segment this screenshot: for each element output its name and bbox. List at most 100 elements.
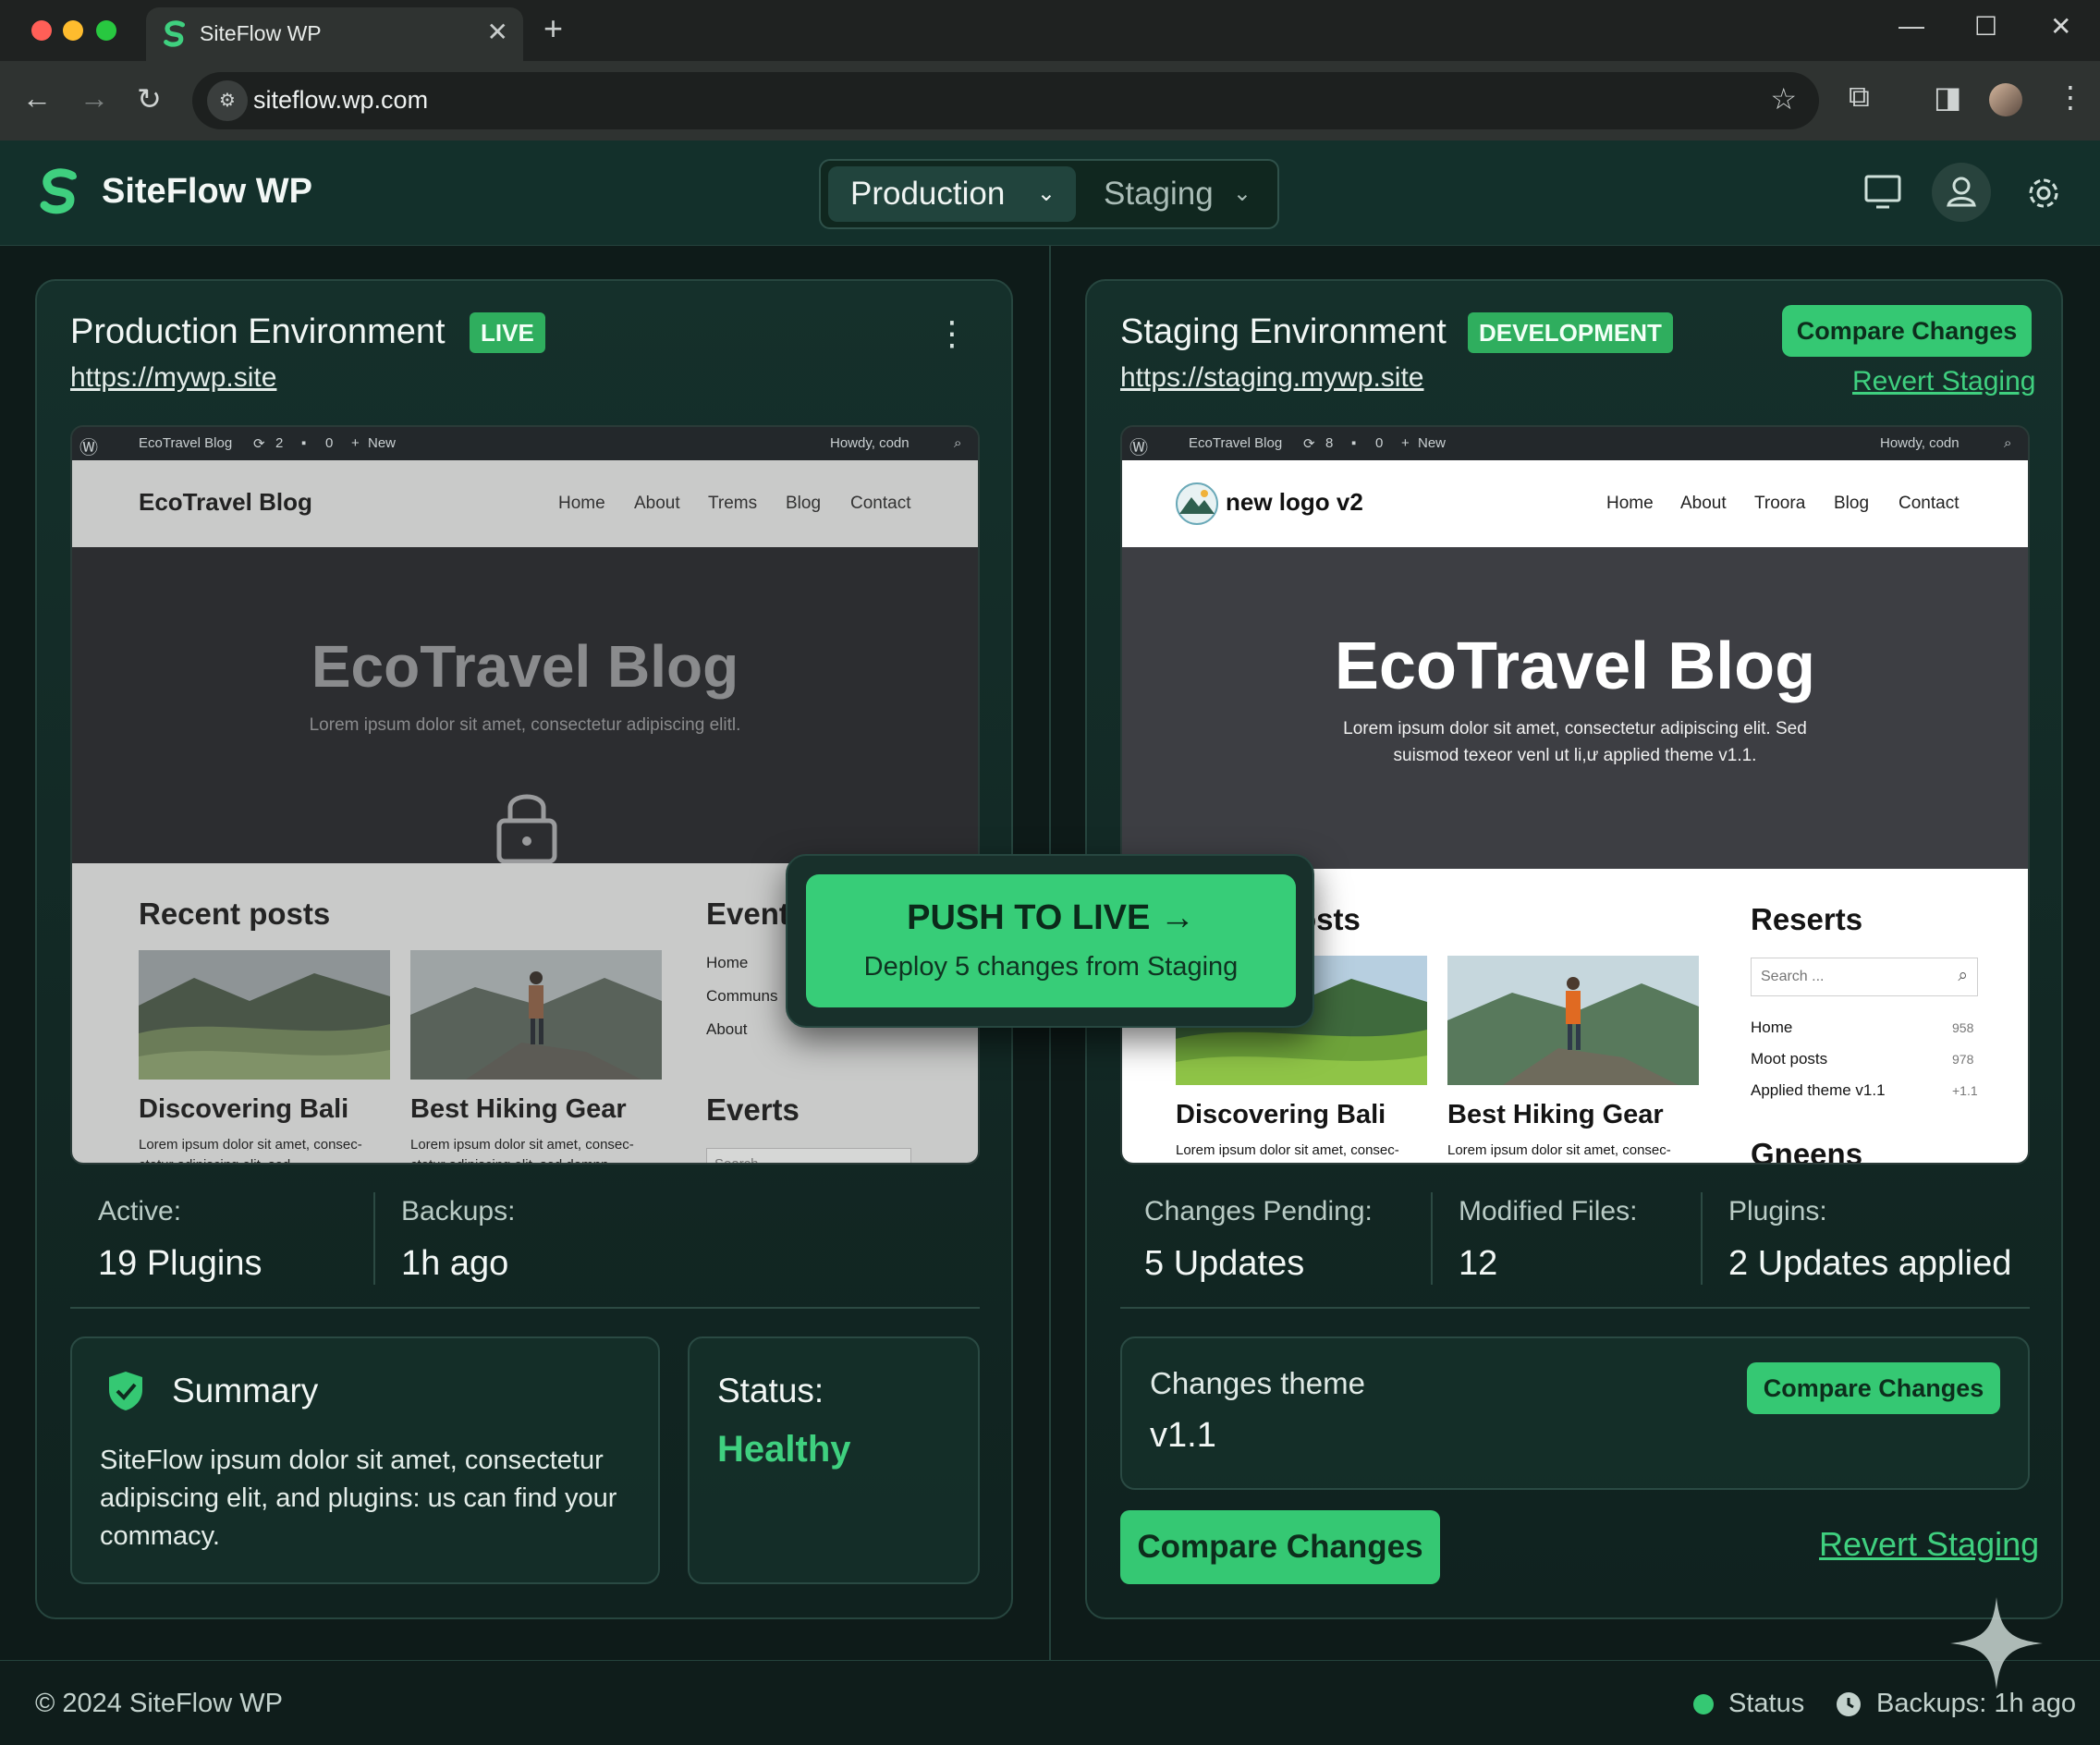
sidebar-link-communs[interactable]: Communs: [706, 987, 777, 1006]
side-panel-icon[interactable]: ◨: [1934, 79, 1961, 115]
wpbar-howdy[interactable]: Howdy, codn: [1880, 435, 1960, 451]
sidebar-search-input[interactable]: [1752, 958, 1936, 995]
sidebar-item-home[interactable]: Home: [1751, 1019, 1792, 1037]
address-bar[interactable]: ⚙ siteflow.wp.com ☆: [192, 72, 1819, 129]
window-minimize-dot[interactable]: [63, 20, 83, 41]
extensions-icon[interactable]: ⧉: [1849, 79, 1870, 115]
wpbar-new[interactable]: New: [1418, 435, 1446, 451]
compare-changes-button-card[interactable]: Compare Changes: [1747, 1362, 2000, 1414]
menu-home[interactable]: Home: [558, 494, 605, 514]
tab-close-icon[interactable]: ✕: [487, 17, 508, 47]
wpbar-howdy[interactable]: Howdy, codn: [830, 435, 910, 451]
reload-icon[interactable]: ↻: [137, 81, 162, 116]
wpbar-site[interactable]: EcoTravel Blog: [139, 435, 232, 451]
menu-blog[interactable]: Blog: [786, 494, 821, 514]
hero-title: EcoTravel Blog: [1334, 629, 1816, 703]
stat-separator: [373, 1192, 375, 1285]
tab-production-label: Production: [850, 176, 1006, 212]
site-navbar: new logo v2 Home About Troora Blog Conta…: [1122, 460, 2028, 547]
menu-contact[interactable]: Contact: [1899, 494, 1959, 514]
user-account-button[interactable]: [1932, 163, 1991, 222]
compare-changes-button-bottom[interactable]: Compare Changes: [1120, 1510, 1440, 1584]
sidebar-count-moot-posts: 978: [1952, 1052, 1974, 1067]
close-window-icon[interactable]: ✕: [2050, 11, 2071, 42]
compare-changes-button-top[interactable]: Compare Changes: [1782, 305, 2032, 357]
footer-backups[interactable]: Backups: 1h ago: [1876, 1689, 2076, 1719]
window-zoom-dot[interactable]: [96, 20, 116, 41]
wpbar-comments[interactable]: 0: [325, 435, 333, 451]
sidebar-item-applied-theme[interactable]: Applied theme v1.1: [1751, 1081, 1886, 1100]
sidebar-link-about[interactable]: About: [706, 1020, 747, 1039]
hiker-image: [410, 950, 662, 1080]
production-url-link[interactable]: https://mywp.site: [70, 362, 276, 394]
forward-icon[interactable]: →: [79, 81, 109, 116]
monitor-icon[interactable]: [1863, 174, 1902, 211]
app-footer: © 2024 SiteFlow WP Status Backups: 1h ag…: [0, 1660, 2100, 1745]
wpbar-comments[interactable]: 0: [1375, 435, 1383, 451]
wpbar-search-icon[interactable]: ⌕: [2004, 435, 2011, 451]
profile-avatar[interactable]: [1989, 83, 2022, 116]
minimize-icon[interactable]: —: [1899, 11, 1924, 41]
wpbar-new[interactable]: New: [368, 435, 396, 451]
kebab-menu-icon[interactable]: ⋮: [935, 314, 969, 353]
maximize-icon[interactable]: ☐: [1974, 11, 1997, 42]
browser-toolbar: ← → ↻ ⚙ siteflow.wp.com ☆ ⧉ ◨ ⋮: [0, 61, 2100, 140]
wp-admin-bar: Ⓦ EcoTravel Blog ⟳ 2 ▪ 0 + New Howdy, co…: [72, 427, 978, 460]
stat-plugins-value: 2 Updates applied: [1728, 1244, 2012, 1283]
summary-card: Summary SiteFlow ipsum dolor sit amet, c…: [70, 1336, 660, 1584]
post-thumb-hiking[interactable]: [1447, 956, 1699, 1085]
site-info-icon[interactable]: ⚙: [207, 80, 248, 121]
post-title-hiking[interactable]: Best Hiking Gear: [410, 1094, 627, 1125]
search-icon[interactable]: ⌕: [1958, 966, 1968, 986]
push-to-live-button[interactable]: PUSH TO LIVE → Deploy 5 changes from Sta…: [806, 874, 1296, 1007]
tab-production[interactable]: Production ⌄: [828, 166, 1076, 222]
post-title-bali[interactable]: Discovering Bali: [139, 1094, 348, 1125]
back-icon[interactable]: ←: [22, 81, 52, 116]
stats-divider: [1120, 1307, 2030, 1309]
revert-staging-link-bottom[interactable]: Revert Staging: [1819, 1525, 2039, 1564]
browser-tab[interactable]: SiteFlow WP ✕: [146, 7, 523, 61]
post-thumb-hiking[interactable]: [410, 950, 662, 1080]
new-tab-icon[interactable]: +: [543, 9, 563, 48]
gear-icon[interactable]: [2024, 174, 2063, 213]
sidebar-item-moot-posts[interactable]: Moot posts: [1751, 1050, 1827, 1068]
wpbar-search-icon[interactable]: ⌕: [954, 435, 961, 451]
hero-title: EcoTravel Blog: [311, 633, 739, 700]
address-url[interactable]: siteflow.wp.com: [253, 86, 428, 115]
summary-text: SiteFlow ipsum dolor sit amet, consectet…: [100, 1446, 617, 1551]
menu-home[interactable]: Home: [1606, 494, 1654, 514]
menu-blog[interactable]: Blog: [1834, 494, 1869, 514]
menu-terms[interactable]: Trems: [708, 494, 757, 514]
hero-section: EcoTravel Blog Lorem ipsum dolor sit ame…: [1122, 547, 2028, 869]
production-preview: Ⓦ EcoTravel Blog ⟳ 2 ▪ 0 + New Howdy, co…: [70, 425, 980, 1165]
stat-modified-files-value: 12: [1459, 1244, 1498, 1283]
wpbar-site[interactable]: EcoTravel Blog: [1189, 435, 1282, 451]
brand-name: SiteFlow WP: [102, 172, 312, 211]
site-name[interactable]: EcoTravel Blog: [139, 488, 312, 517]
sparkle-icon: [1950, 1597, 2043, 1690]
menu-about[interactable]: About: [1680, 494, 1727, 514]
stats-divider: [70, 1307, 980, 1309]
window-close-dot[interactable]: [31, 20, 52, 41]
rice-terrace-image: [139, 950, 390, 1080]
post-title-bali[interactable]: Discovering Bali: [1176, 1100, 1386, 1130]
menu-troora[interactable]: Troora: [1754, 494, 1805, 514]
menu-contact[interactable]: Contact: [850, 494, 910, 514]
bookmark-star-icon[interactable]: ☆: [1770, 81, 1797, 116]
production-title: Production Environment: [70, 312, 446, 351]
tab-staging[interactable]: Staging ⌄: [1081, 166, 1272, 222]
sidebar-link-home[interactable]: Home: [706, 954, 748, 972]
post-thumb-bali[interactable]: [139, 950, 390, 1080]
stat-backups-label: Backups:: [401, 1196, 516, 1226]
status-dot-icon: [1693, 1694, 1714, 1714]
sidebar-search-input[interactable]: [706, 1148, 911, 1163]
site-name[interactable]: new logo v2: [1226, 488, 1363, 517]
revert-staging-link-top[interactable]: Revert Staging: [1852, 366, 2035, 397]
wpbar-updates[interactable]: 2: [275, 435, 283, 451]
post-title-hiking[interactable]: Best Hiking Gear: [1447, 1100, 1664, 1130]
staging-url-link[interactable]: https://staging.mywp.site: [1120, 362, 1423, 394]
footer-status[interactable]: Status: [1728, 1689, 1804, 1719]
browser-menu-icon[interactable]: ⋮: [2056, 79, 2085, 115]
wpbar-updates[interactable]: 8: [1325, 435, 1333, 451]
menu-about[interactable]: About: [634, 494, 680, 514]
